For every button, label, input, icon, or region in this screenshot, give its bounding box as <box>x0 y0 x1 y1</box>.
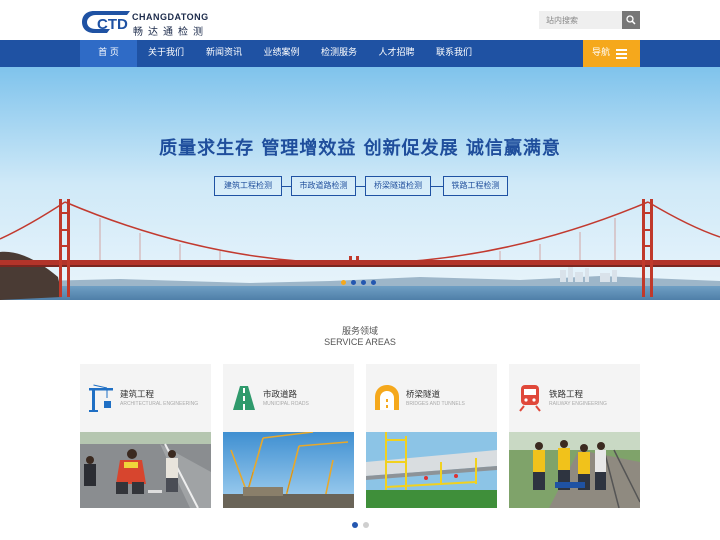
section-title: 服务领域 <box>341 327 378 337</box>
site-logo[interactable]: CTD CHANGDATONG 畅达通检测 <box>80 9 220 38</box>
hero-banner: 质量求生存 管理增效益 创新促发展 诚信赢满意 建筑工程检测 市政道路检测 桥梁… <box>0 67 720 300</box>
banner-slogan: 质量求生存 管理增效益 创新促发展 诚信赢满意 <box>159 138 561 159</box>
slide-dot-4[interactable] <box>371 280 376 285</box>
logo-mark-text: CTD <box>97 16 128 33</box>
menu-icon <box>616 49 627 59</box>
site-header: CTD CHANGDATONG 畅达通检测 <box>0 0 720 40</box>
search-input[interactable] <box>539 11 622 29</box>
nav-guide-label: 导航 <box>592 48 611 58</box>
nav-item-about[interactable]: 关于我们 <box>137 40 195 67</box>
cards-page-dot-2[interactable] <box>363 522 369 528</box>
slide-dot-3[interactable] <box>361 280 366 285</box>
tag-connector <box>356 186 365 187</box>
slide-dot-1[interactable] <box>341 280 346 285</box>
crane-icon <box>89 384 113 412</box>
nav-item-services[interactable]: 检测服务 <box>310 40 368 67</box>
tag-building-testing[interactable]: 建筑工程检测 <box>214 176 282 196</box>
card-title: 市政道路 <box>263 390 298 400</box>
tag-railway-testing[interactable]: 铁路工程检测 <box>443 176 508 196</box>
construction-cranes-photo <box>223 432 354 508</box>
cards-page-dot-1[interactable] <box>352 522 358 528</box>
nav-item-home[interactable]: 首 页 <box>80 40 137 67</box>
service-card-bridges[interactable]: 桥梁隧道 BRIDGES AND TUNNELS <box>366 364 497 508</box>
search-button[interactable] <box>622 11 640 29</box>
card-title: 铁路工程 <box>549 390 584 400</box>
card-subtitle: BRIDGES AND TUNNELS <box>406 401 465 407</box>
tag-bridge-testing[interactable]: 桥梁隧道检测 <box>365 176 431 196</box>
nav-item-contact[interactable]: 联系我们 <box>425 40 483 67</box>
bridge-inspection-photo <box>366 432 497 508</box>
service-card-architectural[interactable]: 建筑工程 ARCHITECTURAL ENGINEERING <box>80 364 211 508</box>
search-box <box>539 11 640 29</box>
service-card-municipal[interactable]: 市政道路 MUNICIPAL ROADS <box>223 364 354 508</box>
tag-connector <box>431 186 443 187</box>
tag-connector <box>282 186 291 187</box>
logo-mark-icon: CTD <box>82 11 130 33</box>
bridge-banner-image <box>0 67 720 300</box>
train-icon <box>519 385 541 412</box>
nav-item-news[interactable]: 新闻资讯 <box>195 40 253 67</box>
card-subtitle: ARCHITECTURAL ENGINEERING <box>120 401 199 407</box>
search-icon <box>626 15 636 25</box>
slide-dot-2[interactable] <box>351 280 356 285</box>
road-icon <box>233 386 255 410</box>
card-subtitle: RAILWAY ENGINEERING <box>549 401 607 407</box>
logo-english-name: CHANGDATONG <box>132 12 209 22</box>
service-card-railway[interactable]: 铁路工程 RAILWAY ENGINEERING <box>509 364 640 508</box>
tag-municipal-testing[interactable]: 市政道路检测 <box>291 176 356 196</box>
section-subtitle: SERVICE AREAS <box>324 337 396 347</box>
nav-item-jobs[interactable]: 人才招聘 <box>368 40 425 67</box>
road-inspection-photo <box>80 432 211 508</box>
nav-guide-button[interactable]: 导航 <box>583 40 640 67</box>
logo-chinese-name: 畅达通检测 <box>133 27 208 38</box>
card-title: 桥梁隧道 <box>406 390 441 400</box>
tunnel-icon <box>375 385 399 410</box>
railway-inspection-photo <box>509 432 640 508</box>
card-title: 建筑工程 <box>120 390 155 400</box>
nav-item-cases[interactable]: 业绩案例 <box>253 40 310 67</box>
card-subtitle: MUNICIPAL ROADS <box>263 401 309 407</box>
